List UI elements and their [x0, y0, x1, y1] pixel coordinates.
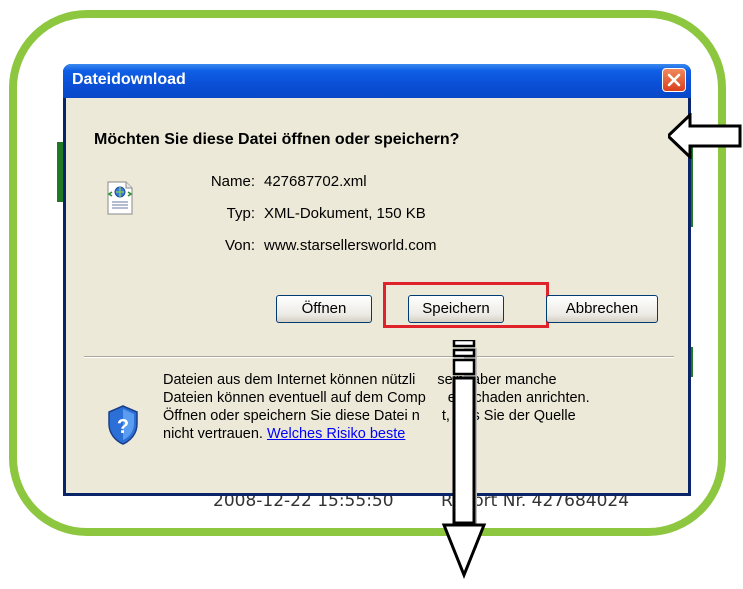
dialog-question: Möchten Sie diese Datei öffnen oder spei…: [94, 131, 460, 148]
type-label: Typ:: [226, 205, 255, 222]
from-label: Von:: [224, 237, 255, 254]
name-label: Name:: [210, 173, 255, 190]
down-pointer-arrow: [441, 340, 487, 580]
cancel-button[interactable]: Abbrechen: [546, 295, 658, 323]
security-warning-text: Dateien aus dem Internet können nützli se…: [163, 372, 590, 442]
from-value: www.starsellersworld.com: [264, 237, 437, 254]
close-icon: [667, 73, 681, 87]
save-button[interactable]: Speichern: [408, 295, 504, 323]
dialog-titlebar[interactable]: Dateidownload: [63, 64, 691, 98]
separator: [84, 356, 674, 358]
risk-info-link[interactable]: Welches Risiko beste: [267, 426, 405, 442]
close-button[interactable]: [662, 68, 686, 92]
name-value: 427687702.xml: [264, 173, 367, 190]
type-value: XML-Dokument, 150 KB: [264, 205, 426, 222]
dialog-title: Dateidownload: [72, 71, 186, 88]
xml-file-icon: [107, 181, 133, 215]
open-button[interactable]: Öffnen: [276, 295, 372, 323]
security-shield-icon: ?: [108, 405, 138, 445]
file-download-dialog: Dateidownload Möchten Sie diese Datei öf…: [63, 64, 691, 496]
svg-text:?: ?: [117, 416, 129, 438]
left-pointer-arrow: [668, 113, 742, 159]
